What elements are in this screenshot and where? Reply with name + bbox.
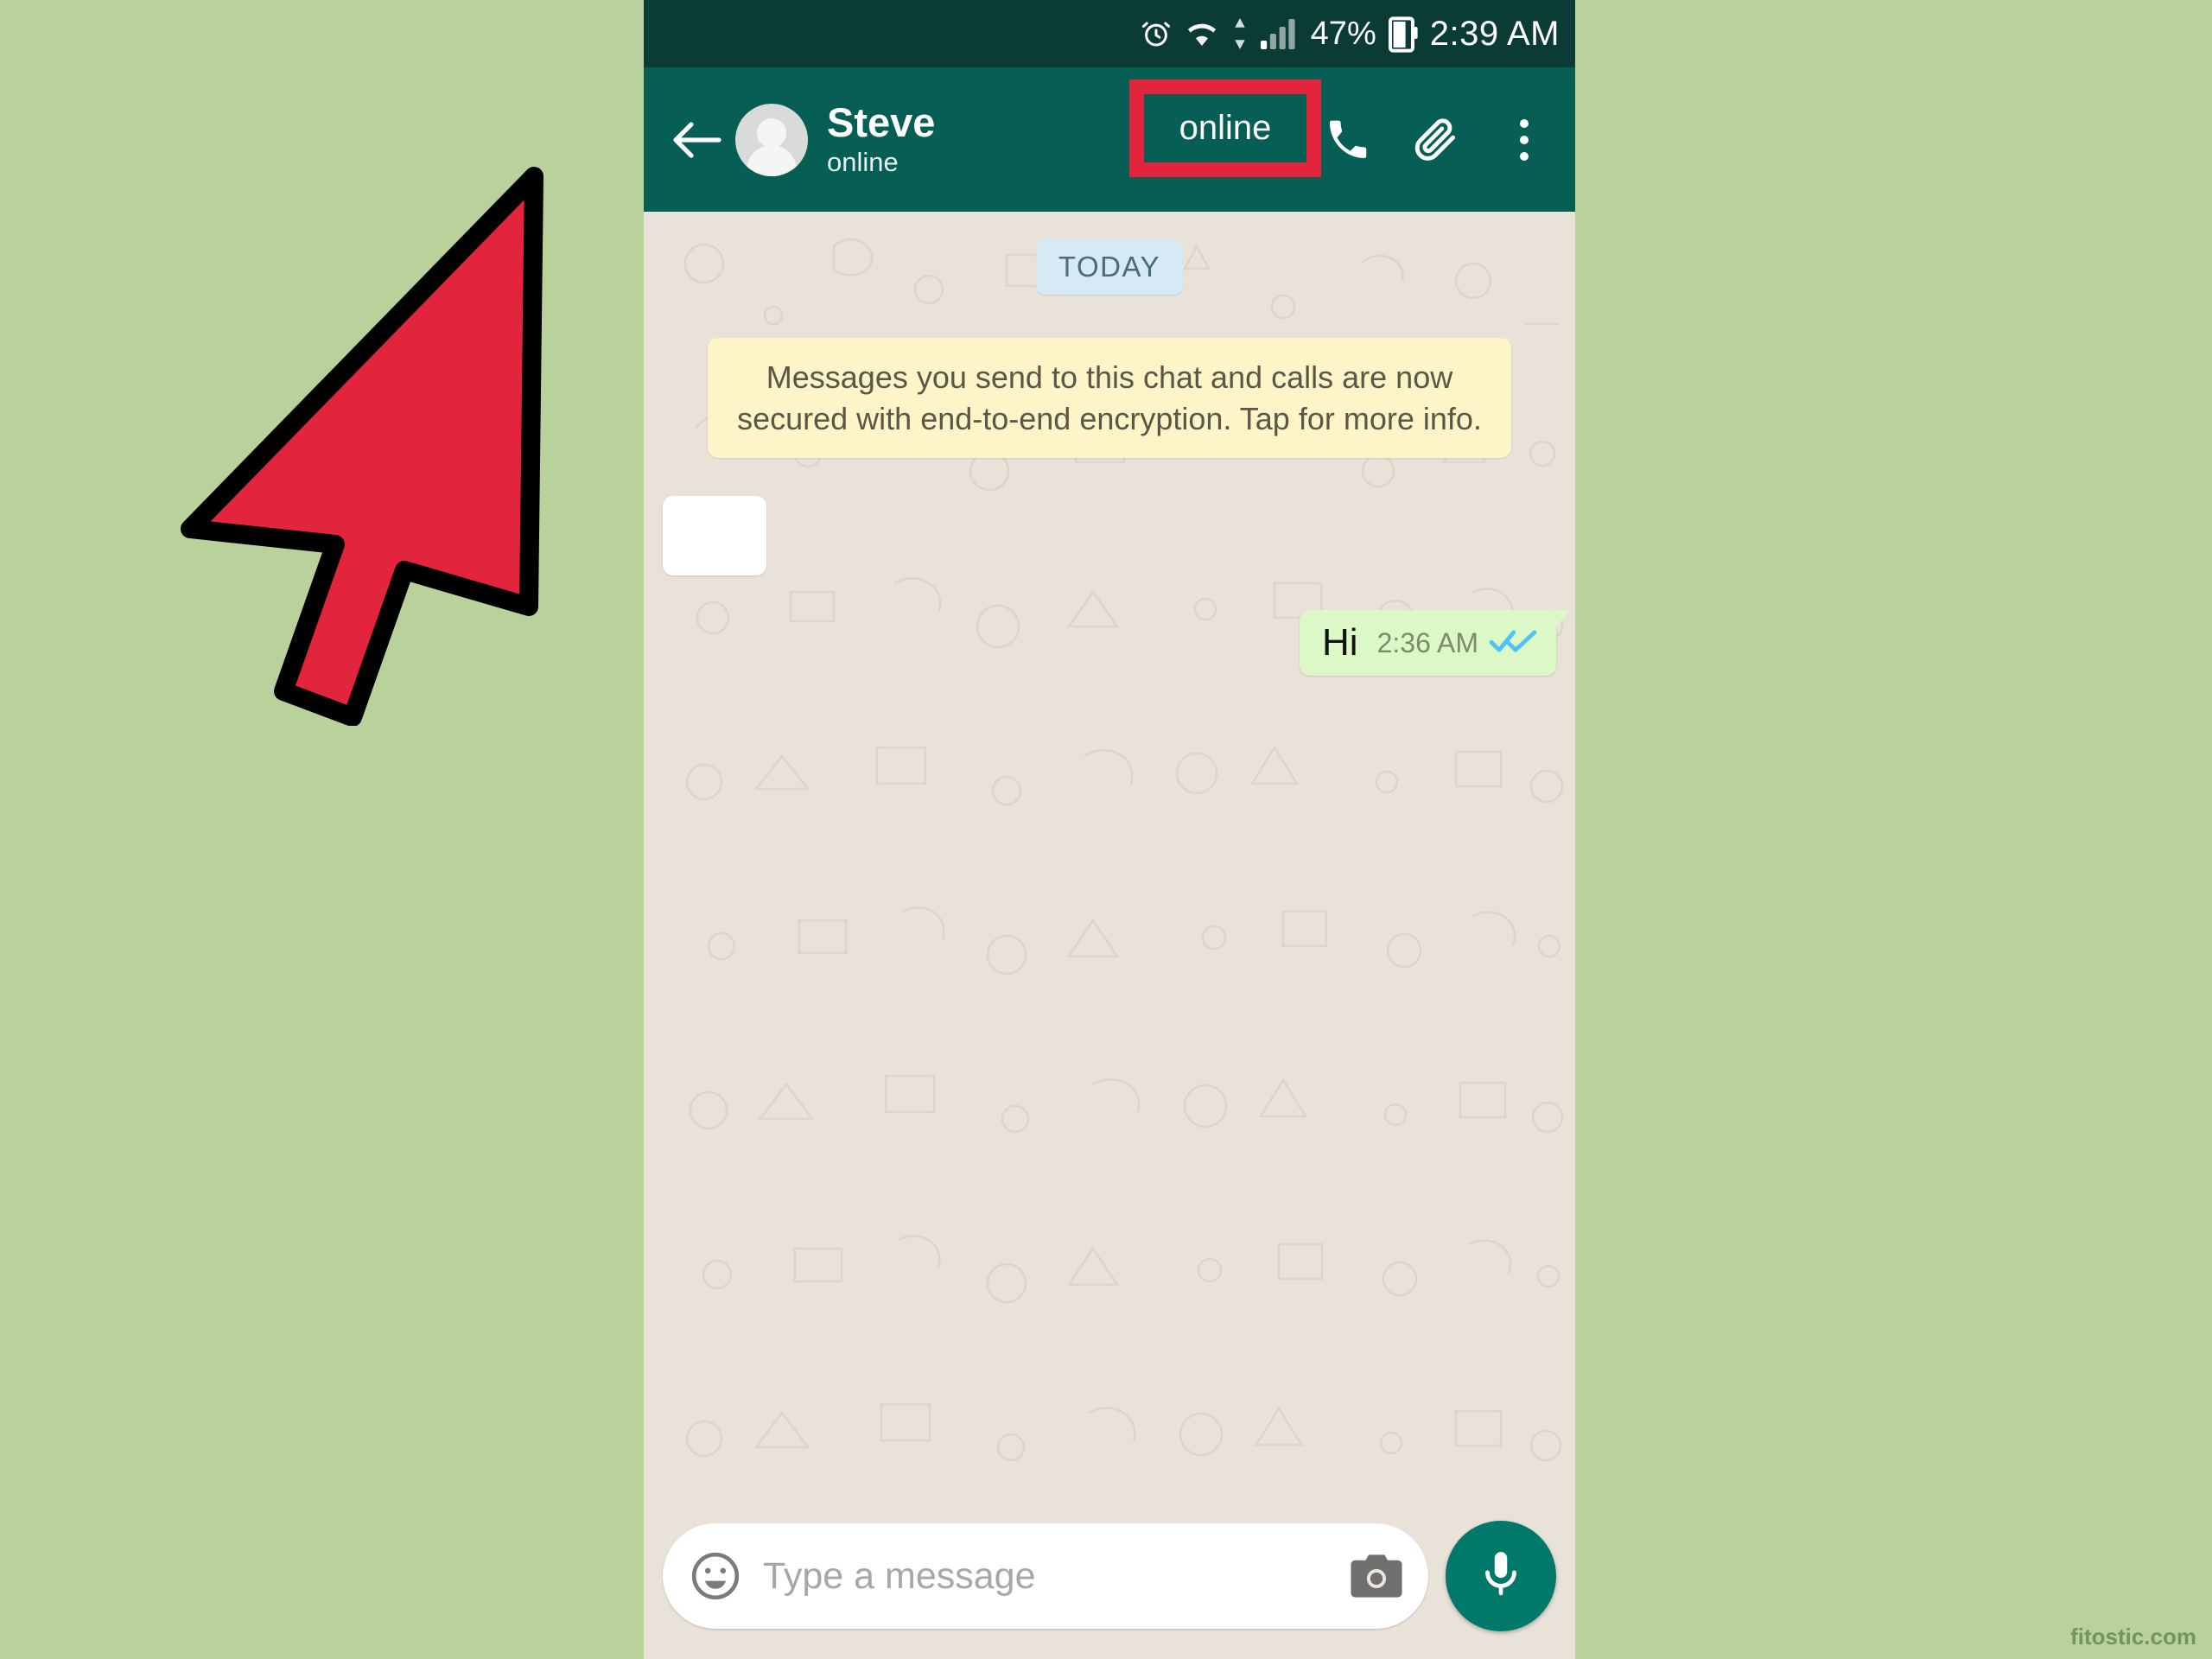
battery-icon: [1388, 15, 1418, 53]
online-highlight-box: online: [1129, 79, 1321, 177]
message-meta: 2:36 AM: [1377, 626, 1537, 662]
camera-icon[interactable]: [1349, 1552, 1404, 1600]
message-input[interactable]: [763, 1554, 1328, 1598]
status-bar: 47% 2:39 AM: [644, 0, 1575, 67]
cellular-signal-icon: [1260, 18, 1299, 49]
contact-avatar[interactable]: [735, 103, 808, 176]
day-divider-chip: TODAY: [1035, 239, 1184, 295]
chat-message-area[interactable]: TODAY Messages you send to this chat and…: [644, 212, 1575, 1659]
phone-call-icon[interactable]: [1321, 113, 1375, 167]
overflow-menu-icon[interactable]: [1497, 113, 1551, 167]
chat-app-bar: Steve online: [644, 67, 1575, 212]
voice-record-button[interactable]: [1446, 1521, 1556, 1631]
battery-percent: 47%: [1310, 15, 1376, 52]
message-text: Hi: [1322, 621, 1358, 664]
message-composer: [644, 1512, 1575, 1659]
encryption-notice-row: Messages you send to this chat and calls…: [644, 338, 1575, 459]
status-bar-clock: 2:39 AM: [1429, 14, 1560, 53]
message-row-inbound: [644, 496, 1575, 576]
message-bubble-outgoing[interactable]: Hi 2:36 AM: [1300, 610, 1570, 677]
message-row-outbound: Hi 2:36 AM: [644, 610, 1575, 677]
wifi-icon: [1185, 19, 1219, 48]
paperclip-attach-icon[interactable]: [1409, 113, 1463, 167]
screenshot-root: 47% 2:39 AM Steve online TODAY Messages …: [0, 0, 2212, 1659]
message-timestamp: 2:36 AM: [1376, 627, 1478, 659]
back-arrow-icon[interactable]: [659, 103, 734, 177]
read-double-check-icon: [1489, 626, 1537, 660]
site-watermark: fitostic.com: [2070, 1624, 2196, 1649]
message-input-pill[interactable]: [663, 1523, 1428, 1629]
message-bubble-incoming[interactable]: [663, 496, 766, 576]
microphone-icon: [1474, 1548, 1528, 1605]
day-divider-row: TODAY: [644, 239, 1575, 295]
phone-screen: 47% 2:39 AM Steve online TODAY Messages …: [644, 0, 1575, 1659]
online-highlight-label: online: [1179, 109, 1272, 147]
alarm-clock-icon: [1140, 17, 1173, 50]
emoji-smiley-icon[interactable]: [689, 1549, 742, 1603]
red-cursor-arrow: [181, 167, 543, 726]
app-bar-actions: [1321, 113, 1556, 167]
encryption-notice[interactable]: Messages you send to this chat and calls…: [708, 338, 1511, 459]
data-transfer-icon: [1231, 18, 1249, 49]
